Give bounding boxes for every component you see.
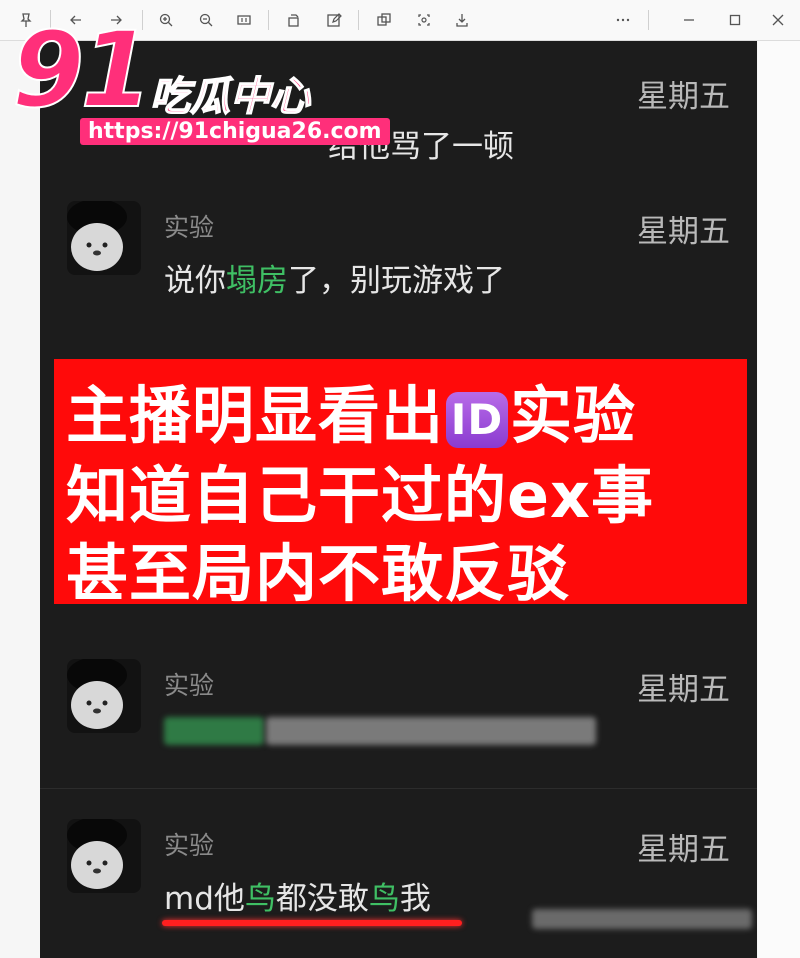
message-text-part: md他 bbox=[164, 881, 245, 917]
watermark-url: https://91chigua26.com bbox=[80, 118, 390, 145]
viewer-margin bbox=[758, 41, 800, 958]
sender-name: 实验 bbox=[164, 213, 215, 242]
message-day: 星期五 bbox=[637, 214, 730, 250]
highlighted-text: 鸟 bbox=[368, 881, 400, 917]
zoom-in-icon[interactable] bbox=[154, 8, 178, 32]
divider bbox=[40, 788, 757, 789]
redacted-text bbox=[532, 909, 752, 929]
red-underline-annotation bbox=[162, 920, 462, 926]
close-icon[interactable] bbox=[766, 8, 790, 32]
copy-icon[interactable] bbox=[372, 8, 396, 32]
message-text: md他鸟都没敢鸟我 bbox=[164, 873, 431, 918]
highlighted-text: 塌房 bbox=[226, 263, 288, 299]
message-text: 说你塌房了，别玩游戏了 bbox=[164, 255, 505, 300]
maximize-icon[interactable] bbox=[723, 8, 747, 32]
message-day: 星期五 bbox=[637, 79, 730, 115]
crop-icon[interactable] bbox=[412, 8, 436, 32]
toolbar-divider bbox=[268, 10, 269, 30]
sender-name: 实验 bbox=[164, 831, 215, 860]
watermark-logo: 91 bbox=[11, 9, 154, 131]
fit-icon[interactable] bbox=[232, 8, 256, 32]
avatar[interactable] bbox=[67, 201, 141, 275]
avatar[interactable] bbox=[67, 659, 141, 733]
caption-line-1: 主播明显看出 ID 实验 bbox=[66, 365, 636, 455]
caption-text: 主播明显看出 bbox=[66, 379, 445, 452]
message-text-part: 都没敢 bbox=[275, 881, 369, 917]
avatar[interactable] bbox=[67, 819, 141, 893]
message-text-part: 说你 bbox=[164, 263, 226, 299]
caption-banner: 主播明显看出 ID 实验 知道自己干过的ex事 甚至局内不敢反驳 bbox=[54, 359, 747, 610]
minimize-icon[interactable] bbox=[677, 8, 701, 32]
chat-screenshot: 星期五 给他骂了一顿 实验 星期五 说你塌房了，别玩游戏了 主播明显看出 ID 实验… bbox=[40, 41, 757, 958]
caption-line-3: 甚至局内不敢反驳 bbox=[66, 537, 571, 610]
caption-line-2: 知道自己干过的ex事 bbox=[66, 459, 655, 532]
redacted-text bbox=[266, 717, 596, 745]
sender-name: 实验 bbox=[164, 671, 215, 700]
highlighted-text: 鸟 bbox=[244, 881, 276, 917]
redacted-text bbox=[164, 717, 264, 745]
message-day: 星期五 bbox=[637, 672, 730, 708]
rotate-icon[interactable] bbox=[282, 8, 306, 32]
toolbar-divider bbox=[358, 10, 359, 30]
message-day: 星期五 bbox=[637, 832, 730, 868]
zoom-out-icon[interactable] bbox=[194, 8, 218, 32]
watermark-title: 吃瓜中心 bbox=[149, 73, 311, 121]
toolbar-divider bbox=[648, 10, 649, 30]
caption-text: 实验 bbox=[510, 379, 637, 452]
edit-icon[interactable] bbox=[322, 8, 346, 32]
more-icon[interactable] bbox=[611, 8, 635, 32]
message-text-part: 了，别玩游戏了 bbox=[288, 263, 505, 299]
id-emoji-icon: ID bbox=[446, 391, 509, 448]
save-icon[interactable] bbox=[450, 8, 474, 32]
message-text-part: 我 bbox=[399, 881, 431, 917]
